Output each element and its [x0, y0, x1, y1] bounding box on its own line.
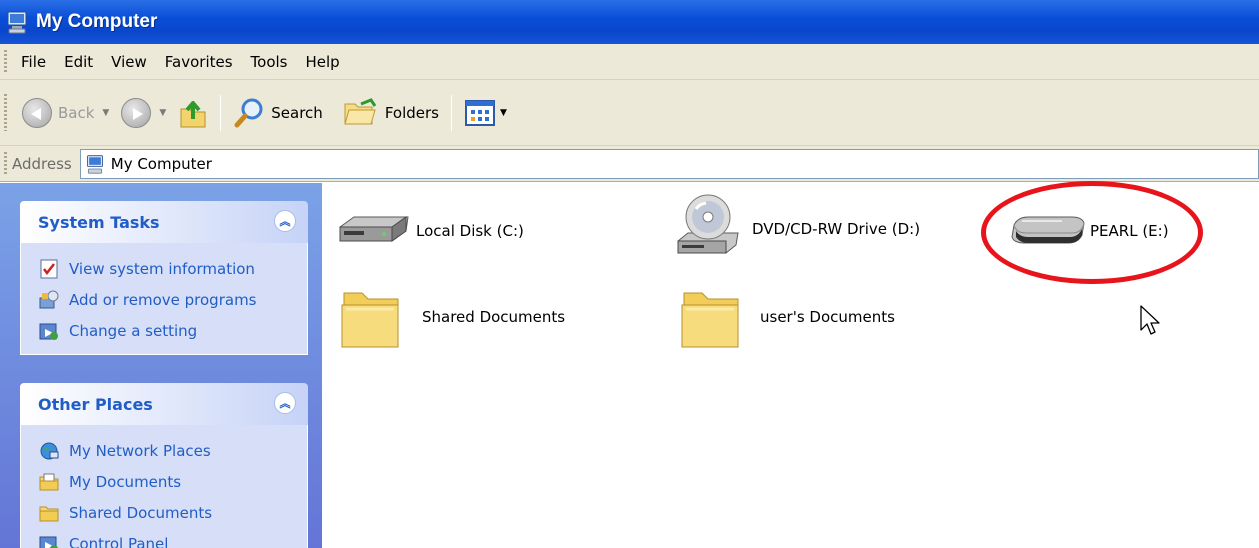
title-bar[interactable]: My Computer: [0, 0, 1259, 44]
menu-bar: File Edit View Favorites Tools Help: [0, 44, 1259, 80]
place-my-network-places[interactable]: My Network Places: [39, 435, 307, 466]
add-remove-programs-icon: [39, 290, 59, 310]
task-pane: System Tasks ︽ View system information A…: [0, 183, 322, 548]
back-button[interactable]: Back: [18, 93, 98, 133]
menu-file[interactable]: File: [12, 53, 55, 71]
mouse-cursor-icon: [1140, 305, 1160, 335]
window-title: My Computer: [36, 11, 158, 32]
place-label: Control Panel: [69, 534, 169, 548]
forward-dropdown-icon[interactable]: ▼: [159, 108, 166, 118]
system-tasks-title: System Tasks: [38, 212, 160, 232]
place-label: My Documents: [69, 472, 182, 491]
toolbar-grip[interactable]: [4, 94, 7, 131]
my-computer-icon: [85, 154, 105, 174]
address-grip[interactable]: [4, 152, 7, 175]
address-bar: Address My Computer: [0, 146, 1259, 182]
removable-drive-icon: [1010, 193, 1086, 269]
other-places-panel: Other Places ︽ My Network Places My Docu…: [20, 383, 308, 548]
my-computer-icon: [6, 10, 28, 34]
task-label: View system information: [69, 259, 255, 278]
menu-favorites[interactable]: Favorites: [156, 53, 242, 71]
place-label: Shared Documents: [69, 503, 213, 522]
back-arrow-icon: [22, 97, 52, 128]
collapse-chevron-icon[interactable]: ︽: [274, 392, 296, 414]
folder-icon: [338, 279, 410, 355]
search-icon: [234, 98, 263, 127]
other-places-header[interactable]: Other Places ︽: [20, 383, 308, 425]
my-documents-icon: [39, 472, 59, 492]
menu-tools[interactable]: Tools: [242, 53, 297, 71]
folder-label: Shared Documents: [422, 308, 566, 326]
up-folder-button[interactable]: [174, 93, 212, 133]
control-panel-icon: [39, 321, 59, 341]
views-button[interactable]: [460, 93, 500, 133]
folders-label: Folders: [384, 103, 439, 122]
network-places-icon: [39, 441, 59, 461]
place-my-documents[interactable]: My Documents: [39, 466, 307, 497]
folder-icon: [39, 503, 59, 523]
address-field[interactable]: My Computer: [79, 148, 1259, 179]
views-dropdown-icon[interactable]: ▼: [500, 108, 507, 118]
drive-label: PEARL (E:): [1090, 222, 1169, 240]
dvd-drive-icon: [672, 191, 748, 267]
menu-view[interactable]: View: [102, 53, 156, 71]
toolbar-separator: [450, 94, 452, 131]
place-label: My Network Places: [69, 441, 211, 460]
folders-icon: [344, 97, 377, 124]
standard-toolbar: Back ▼ ▼ Search Folders ▼: [0, 80, 1259, 146]
task-add-remove-programs[interactable]: Add or remove programs: [39, 284, 307, 315]
drive-item-local-disk-c[interactable]: Local Disk (C:): [336, 193, 524, 269]
views-icon: [464, 99, 495, 126]
file-view: Local Disk (C:) DVD/CD-RW Drive (D:) PEA…: [322, 183, 1259, 548]
control-panel-icon: [39, 534, 59, 548]
menu-help[interactable]: Help: [297, 53, 349, 71]
place-shared-documents[interactable]: Shared Documents: [39, 497, 307, 528]
drive-label: DVD/CD-RW Drive (D:): [752, 220, 921, 238]
other-places-title: Other Places: [38, 394, 153, 414]
toolbar-separator: [220, 94, 222, 131]
menu-edit[interactable]: Edit: [55, 53, 102, 71]
search-button[interactable]: Search: [229, 93, 327, 133]
system-info-icon: [39, 259, 59, 279]
system-tasks-list: View system information Add or remove pr…: [20, 243, 308, 355]
folder-label: user's Documents: [760, 308, 895, 326]
task-change-a-setting[interactable]: Change a setting: [39, 315, 307, 346]
folders-button[interactable]: Folders: [339, 93, 443, 133]
drive-item-dvd-d[interactable]: DVD/CD-RW Drive (D:): [672, 191, 920, 267]
system-tasks-panel: System Tasks ︽ View system information A…: [20, 201, 308, 355]
system-tasks-header[interactable]: System Tasks ︽: [20, 201, 308, 243]
folder-icon: [678, 279, 750, 355]
task-view-system-information[interactable]: View system information: [39, 253, 307, 284]
back-dropdown-icon[interactable]: ▼: [102, 108, 109, 118]
address-value: My Computer: [110, 154, 212, 173]
collapse-chevron-icon[interactable]: ︽: [274, 210, 296, 232]
task-label: Change a setting: [69, 321, 198, 340]
forward-arrow-icon: [121, 97, 152, 128]
folder-item-users-documents[interactable]: user's Documents: [678, 279, 895, 355]
up-folder-icon: [180, 100, 206, 127]
drive-item-pearl-e[interactable]: PEARL (E:): [1010, 193, 1169, 269]
place-control-panel[interactable]: Control Panel: [39, 528, 307, 548]
forward-button[interactable]: [117, 93, 155, 133]
folder-item-shared-documents[interactable]: Shared Documents: [338, 279, 565, 355]
menu-grip[interactable]: [4, 50, 7, 73]
address-label: Address: [12, 154, 72, 173]
drive-label: Local Disk (C:): [416, 222, 524, 240]
other-places-list: My Network Places My Documents Shared Do…: [20, 425, 308, 548]
search-label: Search: [271, 103, 323, 122]
back-label: Back: [58, 103, 95, 122]
task-label: Add or remove programs: [69, 290, 257, 309]
hard-disk-icon: [336, 193, 412, 269]
